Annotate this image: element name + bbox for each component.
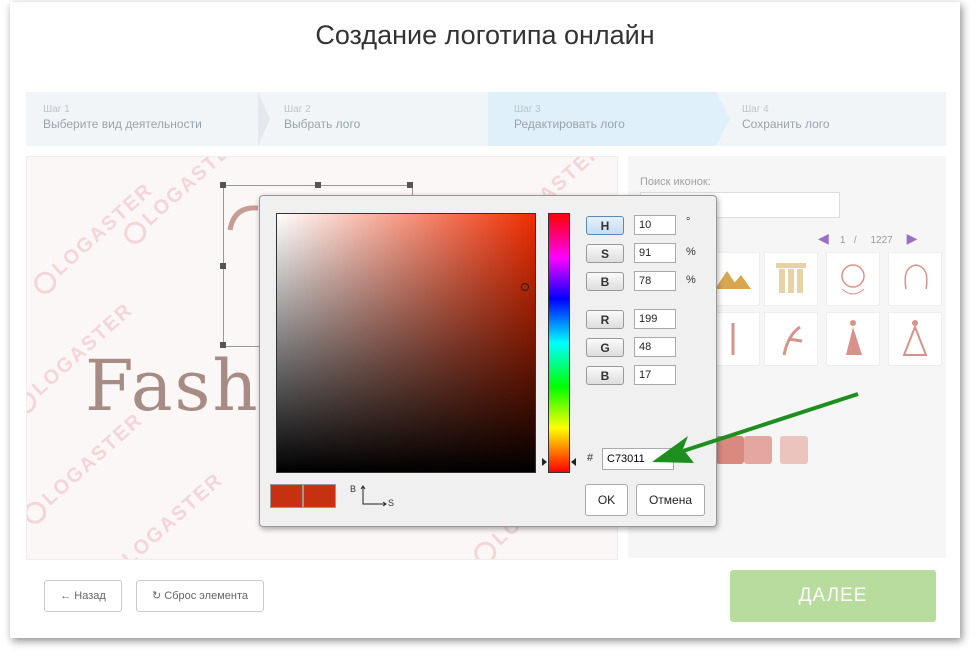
icon-dancer[interactable]	[764, 312, 818, 366]
dress-icon	[846, 320, 862, 355]
columns-icon	[776, 263, 806, 293]
pager: ◀ 1 / 1227 ▶	[818, 230, 917, 247]
brightness-input[interactable]	[634, 271, 676, 291]
color-preview	[270, 484, 336, 508]
next-button[interactable]: ДАЛЕЕ	[730, 570, 936, 622]
axis-indicator: B S	[350, 484, 396, 508]
steps-bar: Шаг 1 Выберите вид деятельности Шаг 2 Вы…	[26, 92, 946, 146]
pyramids-icon	[715, 271, 751, 289]
page-separator: /	[853, 235, 857, 246]
hex-input[interactable]	[602, 448, 674, 470]
resize-handle[interactable]	[220, 182, 226, 188]
new-color-swatch	[270, 484, 303, 508]
hue-pointer-right-icon	[571, 458, 576, 466]
red-input[interactable]	[634, 309, 676, 329]
percent-unit: %	[686, 246, 696, 258]
green-mode-button[interactable]: G	[586, 338, 624, 357]
ok-button[interactable]: OK	[585, 484, 628, 516]
watermark: LOGASTER	[99, 469, 228, 559]
step-1[interactable]: Шаг 1 Выберите вид деятельности	[26, 92, 258, 146]
page-current: 1	[839, 235, 846, 246]
color-swatch[interactable]	[716, 436, 744, 464]
step-label: Сохранить лого	[742, 117, 830, 131]
color-swatch[interactable]	[780, 436, 808, 464]
axis-arrow-icon	[360, 485, 387, 507]
dancer-icon	[782, 325, 803, 356]
step-2[interactable]: Шаг 2 Выбрать лого	[270, 92, 488, 146]
reset-icon: ↻	[151, 590, 162, 602]
saturation-mode-button[interactable]: S	[586, 244, 624, 263]
search-label: Поиск иконок:	[640, 176, 711, 188]
step-label: Выбрать лого	[284, 117, 361, 131]
icon-columns[interactable]	[764, 252, 818, 306]
icon-gown[interactable]	[888, 312, 942, 366]
hex-hash-label: #	[587, 452, 594, 464]
brightness-mode-button[interactable]: B	[586, 272, 624, 291]
step-3[interactable]: Шаг 3 Редактировать лого	[488, 92, 716, 146]
color-picker-dialog: H ° S % B % R G B # B S OK Отмена	[259, 195, 717, 527]
step-number: Шаг 4	[742, 104, 769, 115]
icon-woman-face[interactable]	[826, 252, 880, 306]
previous-color-swatch[interactable]	[303, 484, 336, 508]
resize-handle[interactable]	[407, 182, 413, 188]
step-divider	[716, 92, 730, 146]
step-divider	[258, 92, 270, 146]
resize-handle[interactable]	[220, 342, 226, 348]
reset-element-button[interactable]: ↻ Сброс элемента	[136, 580, 264, 612]
green-input[interactable]	[634, 337, 676, 357]
hue-slider[interactable]	[548, 213, 570, 473]
axis-x-label: S	[388, 498, 395, 508]
percent-unit: %	[686, 274, 696, 286]
prev-page-icon[interactable]: ◀	[818, 230, 829, 246]
axis-y-label: B	[350, 484, 357, 494]
resize-handle[interactable]	[315, 182, 321, 188]
cancel-button[interactable]: Отмена	[636, 484, 705, 516]
color-marker[interactable]	[521, 283, 529, 291]
hue-mode-button[interactable]: H	[586, 216, 624, 235]
step-number: Шаг 3	[514, 104, 541, 115]
icon-woman-hair[interactable]	[888, 252, 942, 306]
blue-input[interactable]	[634, 365, 676, 385]
icon-dress[interactable]	[826, 312, 880, 366]
figure-icon	[731, 323, 735, 355]
step-number: Шаг 2	[284, 104, 311, 115]
woman-hair-icon	[904, 264, 928, 290]
arrow-left-icon: ←	[60, 590, 72, 602]
gown-icon	[902, 320, 928, 356]
step-number: Шаг 1	[43, 104, 70, 115]
hue-pointer-left-icon	[542, 458, 547, 466]
next-page-icon[interactable]: ▶	[907, 230, 918, 246]
hue-input[interactable]	[634, 215, 676, 235]
woman-face-icon	[841, 264, 865, 295]
step-4[interactable]: Шаг 4 Сохранить лого	[730, 92, 946, 146]
page-title: Создание логотипа онлайн	[315, 20, 655, 50]
degree-unit: °	[686, 216, 691, 228]
blue-mode-button[interactable]: B	[586, 366, 624, 385]
resize-handle[interactable]	[220, 263, 226, 269]
saturation-input[interactable]	[634, 243, 676, 263]
step-label: Выберите вид деятельности	[43, 117, 202, 131]
color-swatch[interactable]	[744, 436, 772, 464]
saturation-brightness-field[interactable]	[276, 213, 536, 473]
page-total: 1227	[870, 235, 893, 246]
back-button[interactable]: ← Назад	[44, 580, 122, 612]
logo-text[interactable]: Fash	[85, 345, 260, 427]
step-label: Редактировать лого	[514, 117, 625, 131]
red-mode-button[interactable]: R	[586, 310, 624, 329]
